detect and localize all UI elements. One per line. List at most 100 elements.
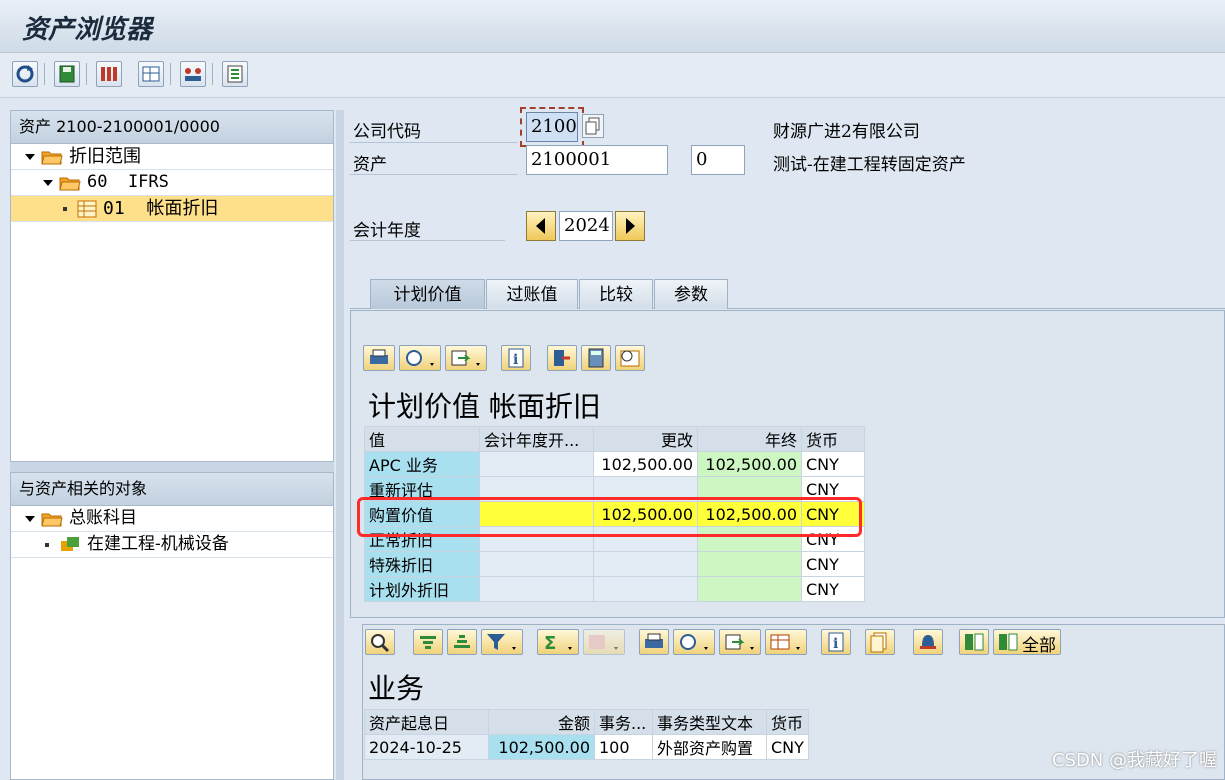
clock-icon[interactable] [615, 345, 645, 371]
table-cell: APC 业务 [364, 451, 480, 477]
document-icon[interactable] [865, 629, 895, 655]
tree-node-depreciation-areas[interactable]: 折旧范围 [11, 144, 333, 170]
column-header[interactable]: 货币 [766, 709, 809, 735]
table-cell [479, 551, 594, 577]
table-row[interactable]: 特殊折旧 CNY [364, 551, 865, 577]
copy-icon[interactable] [582, 114, 604, 138]
view-icon[interactable] [399, 345, 441, 371]
company-code-label: 公司代码 [353, 122, 421, 142]
asset-number-field[interactable]: 2100001 [526, 145, 668, 175]
tree-node-ifrs[interactable]: 60 IFRS [11, 170, 333, 196]
export-icon[interactable] [445, 345, 487, 371]
tab-parameters[interactable]: 参数 [654, 279, 728, 309]
column-header[interactable]: 值 [364, 426, 480, 452]
view-icon[interactable] [673, 629, 715, 655]
folder-open-icon [41, 513, 63, 527]
expand-icon[interactable] [25, 516, 35, 522]
column-header[interactable]: 事务类型文本 [652, 709, 767, 735]
sort-ascending-icon[interactable] [413, 629, 443, 655]
table-cell: CNY [801, 451, 865, 477]
planned-values-panel: i 计划价值 帐面折旧 值 会计年度开... 更改 年终 货币 APC 业务 1… [350, 310, 1225, 618]
print-icon[interactable] [363, 345, 395, 371]
vertical-splitter[interactable] [336, 110, 344, 780]
company-name: 财源广进2有限公司 [773, 122, 920, 142]
table-cell: CNY [801, 551, 865, 577]
info-icon[interactable]: i [821, 629, 851, 655]
column-header[interactable]: 资产起息日 [364, 709, 489, 735]
tree-node-label: 01 帐面折旧 [103, 198, 219, 219]
table-header-row: 资产起息日 金额 事务... 事务类型文本 货币 [364, 709, 809, 735]
all-icon [999, 633, 1018, 651]
tree-node-book-depreciation[interactable]: 01 帐面折旧 [11, 196, 333, 222]
expand-icon[interactable] [43, 180, 53, 186]
sum-icon[interactable]: Σ [537, 629, 579, 655]
show-all-button[interactable]: 全部 [993, 629, 1061, 656]
save-icon[interactable] [54, 61, 80, 87]
related-objects-panel: 与资产相关的对象 总账科目 在建工程-机械设备 [10, 472, 334, 780]
list-icon[interactable] [222, 61, 248, 87]
folder-open-icon [59, 177, 81, 191]
column-header[interactable]: 货币 [801, 426, 865, 452]
svg-text:i: i [513, 352, 518, 368]
column-header[interactable]: 会计年度开... [479, 426, 594, 452]
sort-descending-icon[interactable] [447, 629, 477, 655]
multi-select-icon[interactable] [96, 61, 122, 87]
layout-icon[interactable] [138, 61, 164, 87]
navigate-icon[interactable] [547, 345, 577, 371]
column-header[interactable]: 年终 [697, 426, 802, 452]
print-icon[interactable] [639, 629, 669, 655]
table-icon [77, 200, 97, 218]
table-row[interactable]: 2024-10-25 102,500.00 100 外部资产购置 CNY [364, 734, 809, 760]
table-cell: 特殊折旧 [364, 551, 480, 577]
fiscal-year-label: 会计年度 [353, 221, 421, 241]
tree-node-gl-accounts[interactable]: 总账科目 [11, 506, 333, 532]
tree-node-cip-machinery[interactable]: 在建工程-机械设备 [11, 532, 333, 558]
next-year-button[interactable] [615, 211, 645, 241]
svg-text:i: i [833, 636, 838, 652]
bell-icon[interactable] [913, 629, 943, 655]
group-icon[interactable] [180, 61, 206, 87]
table-cell: 外部资产购置 [652, 734, 767, 760]
table-cell: CNY [801, 576, 865, 602]
info-icon[interactable]: i [501, 345, 531, 371]
table-row[interactable]: APC 业务 102,500.00 102,500.00 CNY [364, 451, 865, 477]
account-icon [61, 537, 79, 551]
asset-subnumber-field[interactable]: 0 [691, 145, 745, 175]
tab-comparison[interactable]: 比较 [579, 279, 653, 309]
expand-all-icon[interactable] [959, 629, 989, 655]
toolbar [0, 53, 1225, 98]
table-cell: 计划外折旧 [364, 576, 480, 602]
refresh-icon[interactable] [12, 61, 38, 87]
table-cell [479, 451, 594, 477]
layout-icon[interactable] [765, 629, 807, 655]
fiscal-year-field[interactable]: 2024 [559, 211, 613, 241]
table-cell [593, 551, 698, 577]
asset-label: 资产 [353, 155, 387, 175]
expand-icon[interactable] [25, 154, 35, 160]
grid2-toolbar: Σ i 全部 [365, 629, 1065, 657]
detail-icon[interactable] [365, 629, 395, 655]
column-header[interactable]: 事务... [594, 709, 653, 735]
splitter[interactable] [10, 462, 334, 472]
calculator-icon[interactable] [581, 345, 611, 371]
tree-node-label: 在建工程-机械设备 [87, 534, 229, 554]
export-icon[interactable] [719, 629, 761, 655]
filter-icon[interactable] [481, 629, 523, 655]
watermark: CSDN @我藏好了喔 [1051, 750, 1217, 771]
tab-posted-values[interactable]: 过账值 [486, 279, 578, 309]
title-bar: 资产浏览器 [0, 0, 1225, 53]
tree-node-label: 折旧范围 [69, 146, 141, 167]
asset-description: 测试-在建工程转固定资产 [773, 155, 966, 175]
previous-year-button[interactable] [526, 211, 556, 241]
column-header[interactable]: 金额 [488, 709, 595, 735]
column-header[interactable]: 更改 [593, 426, 698, 452]
subtotal-icon[interactable] [583, 629, 625, 655]
table-cell [697, 576, 802, 602]
window-title: 资产浏览器 [22, 15, 153, 45]
tab-planned-values[interactable]: 计划价值 [370, 279, 485, 309]
tree-node-label: 60 IFRS [87, 172, 169, 192]
table-cell: 2024-10-25 [364, 734, 489, 760]
table-cell: CNY [766, 734, 809, 760]
table-cell [593, 576, 698, 602]
table-row[interactable]: 计划外折旧 CNY [364, 576, 865, 602]
